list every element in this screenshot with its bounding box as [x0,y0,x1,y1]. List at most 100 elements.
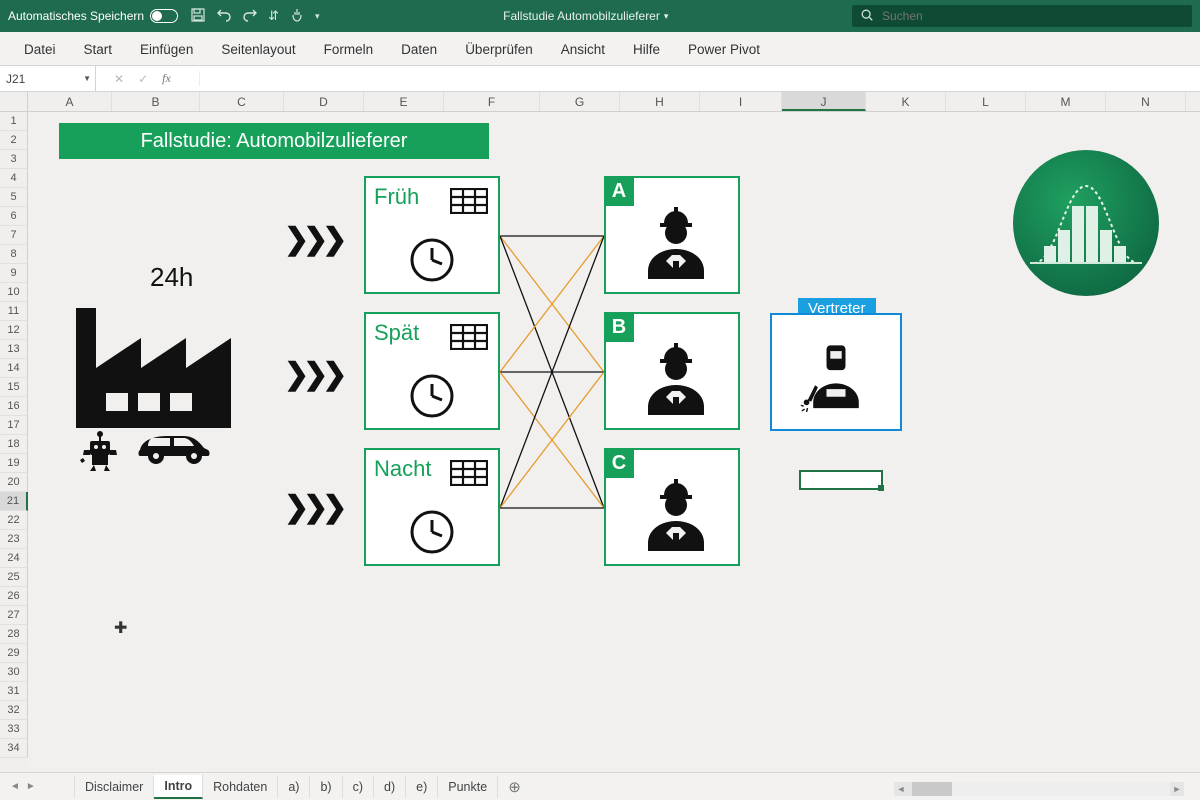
row-header[interactable]: 4 [0,169,28,188]
row-header[interactable]: 6 [0,207,28,226]
row-header[interactable]: 32 [0,701,28,720]
column-header[interactable]: L [946,92,1026,111]
column-header[interactable]: C [200,92,284,111]
chevron-left-icon[interactable]: ◄ [894,784,908,794]
row-header[interactable]: 26 [0,587,28,606]
column-header[interactable]: I [700,92,782,111]
worker-box-b: B [604,312,740,430]
sheet-tab[interactable]: Disclaimer [74,776,154,798]
column-header[interactable]: M [1026,92,1106,111]
row-header[interactable]: 28 [0,625,28,644]
row-header[interactable]: 8 [0,245,28,264]
selected-cell[interactable] [799,470,883,490]
row-header[interactable]: 7 [0,226,28,245]
select-all-corner[interactable] [0,92,28,111]
toggle-switch-icon[interactable] [150,9,178,23]
undo-icon[interactable] [216,7,232,26]
row-header[interactable]: 19 [0,454,28,473]
sheet-tab[interactable]: Intro [154,775,203,799]
redo-icon[interactable] [242,7,258,26]
cancel-icon[interactable]: ✕ [114,72,124,86]
chevron-right-icon[interactable]: ► [26,781,36,792]
touch-icon[interactable] [289,7,305,26]
sheet-tab[interactable]: Punkte [438,776,498,798]
name-box[interactable]: J21 ▼ [0,66,96,91]
row-header[interactable]: 30 [0,663,28,682]
tab-seitenlayout[interactable]: Seitenlayout [207,34,309,65]
row-header[interactable]: 29 [0,644,28,663]
fx-icon[interactable]: fx [162,71,171,86]
tab-ansicht[interactable]: Ansicht [547,34,619,65]
column-header[interactable]: B [112,92,200,111]
autosave-toggle[interactable]: Automatisches Speichern [8,9,178,23]
add-sheet-button[interactable]: ⊕ [498,778,531,796]
row-header[interactable]: 2 [0,131,28,150]
clock-icon [408,508,456,556]
tab-datei[interactable]: Datei [10,34,70,65]
column-header[interactable]: H [620,92,700,111]
column-header[interactable]: G [540,92,620,111]
title-banner: Fallstudie: Automobilzulieferer [59,123,489,159]
sheet-tab[interactable]: a) [278,776,310,798]
column-header[interactable]: K [866,92,946,111]
tab-hilfe[interactable]: Hilfe [619,34,674,65]
column-header[interactable]: F [444,92,540,111]
row-header[interactable]: 22 [0,511,28,530]
worker-box-a: A [604,176,740,294]
row-header[interactable]: 20 [0,473,28,492]
column-header[interactable]: D [284,92,364,111]
tab-einfuegen[interactable]: Einfügen [126,34,207,65]
row-header[interactable]: 27 [0,606,28,625]
search-box[interactable] [852,5,1192,27]
row-header[interactable]: 23 [0,530,28,549]
row-header[interactable]: 34 [0,739,28,758]
sheet-tab[interactable]: c) [343,776,374,798]
document-title[interactable]: Fallstudie Automobilzulieferer ▾ [320,9,852,23]
chevron-down-icon[interactable]: ▼ [83,74,91,83]
chevron-right-icon[interactable]: ► [1170,784,1184,794]
row-header[interactable]: 33 [0,720,28,739]
row-header[interactable]: 3 [0,150,28,169]
row-header[interactable]: 24 [0,549,28,568]
row-header[interactable]: 15 [0,378,28,397]
tab-formeln[interactable]: Formeln [310,34,388,65]
row-header[interactable]: 11 [0,302,28,321]
save-icon[interactable] [190,7,206,26]
row-header[interactable]: 25 [0,568,28,587]
tab-start[interactable]: Start [70,34,127,65]
sheet-tab[interactable]: d) [374,776,406,798]
sort-icon[interactable]: ⇵ [268,8,279,24]
tab-daten[interactable]: Daten [387,34,451,65]
row-header[interactable]: 18 [0,435,28,454]
confirm-icon[interactable]: ✓ [138,72,148,86]
column-header[interactable]: A [28,92,112,111]
row-header[interactable]: 1 [0,112,28,131]
column-header[interactable]: N [1106,92,1186,111]
row-header[interactable]: 13 [0,340,28,359]
column-header[interactable]: E [364,92,444,111]
tab-ueberpruefen[interactable]: Überprüfen [451,34,547,65]
sheet-tab[interactable]: b) [310,776,342,798]
formula-input[interactable] [200,66,1200,91]
row-header[interactable]: 16 [0,397,28,416]
search-input[interactable] [882,9,1184,23]
row-header[interactable]: 14 [0,359,28,378]
row-header[interactable]: 9 [0,264,28,283]
factory-icon [76,298,236,438]
tab-powerpivot[interactable]: Power Pivot [674,34,774,65]
chevron-left-icon[interactable]: ◄ [10,781,20,792]
row-header[interactable]: 12 [0,321,28,340]
scrollbar-thumb[interactable] [912,782,952,796]
row-header[interactable]: 31 [0,682,28,701]
row-header[interactable]: 10 [0,283,28,302]
worksheet-canvas[interactable]: Fallstudie: Automobilzulieferer 24h ❯❯❯ … [28,112,1200,772]
sheet-tab[interactable]: Rohdaten [203,776,278,798]
row-header[interactable]: 17 [0,416,28,435]
row-header[interactable]: 21 [0,492,28,511]
sheet-nav-arrows[interactable]: ◄ ► [0,781,74,792]
sheet-tab[interactable]: e) [406,776,438,798]
row-header[interactable]: 5 [0,188,28,207]
spreadsheet-grid[interactable]: ABCDEFGHIJKLMN 1234567891011121314151617… [0,92,1200,772]
horizontal-scrollbar[interactable]: ◄ ► [894,782,1184,796]
column-header[interactable]: J [782,92,866,111]
